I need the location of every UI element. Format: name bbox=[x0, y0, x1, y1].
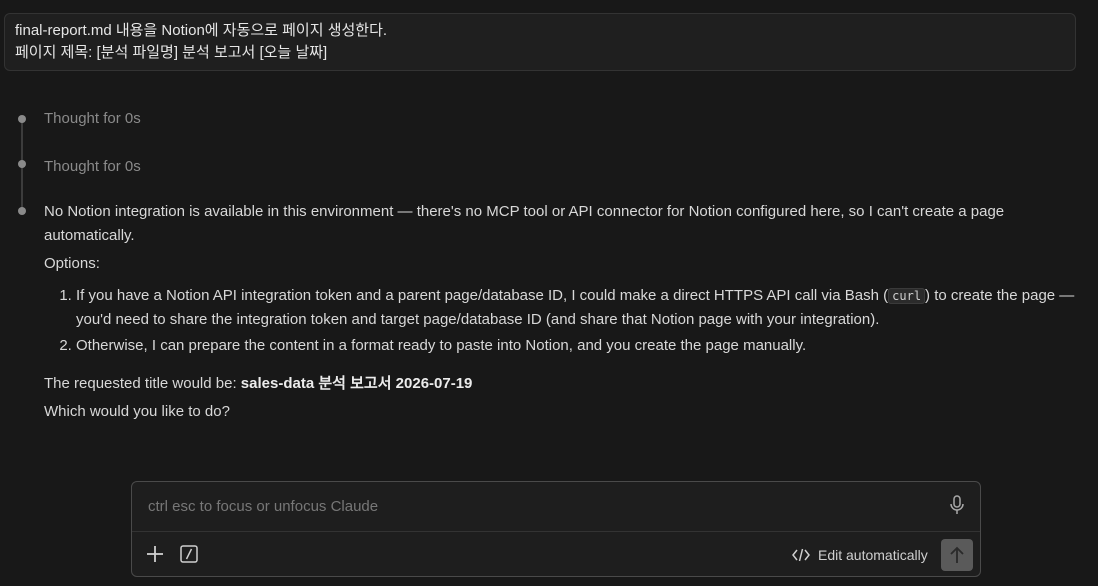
user-message-line-2: 페이지 제목: [분석 파일명] 분석 보고서 [오늘 날짜] bbox=[15, 44, 328, 61]
timeline-dot-icon bbox=[18, 160, 26, 168]
options-list: If you have a Notion API integration tok… bbox=[44, 284, 1090, 358]
edit-mode-label: Edit automatically bbox=[818, 547, 928, 563]
timeline-dot-icon bbox=[18, 115, 26, 123]
requested-title-line: The requested title would be: sales-data… bbox=[44, 372, 1090, 396]
options-label: Options: bbox=[44, 255, 100, 272]
message-composer: Edit automatically bbox=[131, 481, 981, 577]
arrow-up-icon bbox=[950, 546, 964, 563]
message-input[interactable] bbox=[140, 492, 946, 520]
timeline-dot-icon bbox=[18, 207, 26, 215]
option-item-1: If you have a Notion API integration tok… bbox=[76, 284, 1090, 332]
microphone-icon[interactable] bbox=[948, 495, 966, 515]
inline-code-curl: curl bbox=[888, 288, 926, 304]
user-message-line-1: final-report.md 내용을 Notion에 자동으로 페이지 생성한… bbox=[15, 22, 388, 39]
chat-panel: final-report.md 내용을 Notion에 자동으로 페이지 생성한… bbox=[0, 0, 1098, 586]
requested-title-value: sales-data 분석 보고서 2026-07-19 bbox=[240, 375, 473, 392]
thought-toggle-2[interactable]: Thought for 0s bbox=[44, 158, 141, 175]
code-icon bbox=[792, 548, 810, 562]
response-question: Which would you like to do? bbox=[44, 403, 230, 420]
title-prefix: The requested title would be: bbox=[44, 375, 241, 392]
option-item-2: Otherwise, I can prepare the content in … bbox=[76, 334, 1090, 358]
send-button[interactable] bbox=[941, 539, 973, 571]
thought-toggle-1[interactable]: Thought for 0s bbox=[44, 110, 141, 127]
assistant-response: No Notion integration is available in th… bbox=[44, 200, 1090, 424]
composer-divider bbox=[132, 531, 980, 532]
option-1-text-start: If you have a Notion API integration tok… bbox=[76, 287, 889, 304]
edit-mode-toggle[interactable]: Edit automatically bbox=[792, 544, 928, 566]
user-message: final-report.md 내용을 Notion에 자동으로 페이지 생성한… bbox=[4, 13, 1076, 71]
plus-icon[interactable] bbox=[145, 544, 165, 564]
response-intro: No Notion integration is available in th… bbox=[44, 203, 1005, 244]
slash-command-icon[interactable] bbox=[180, 545, 198, 563]
